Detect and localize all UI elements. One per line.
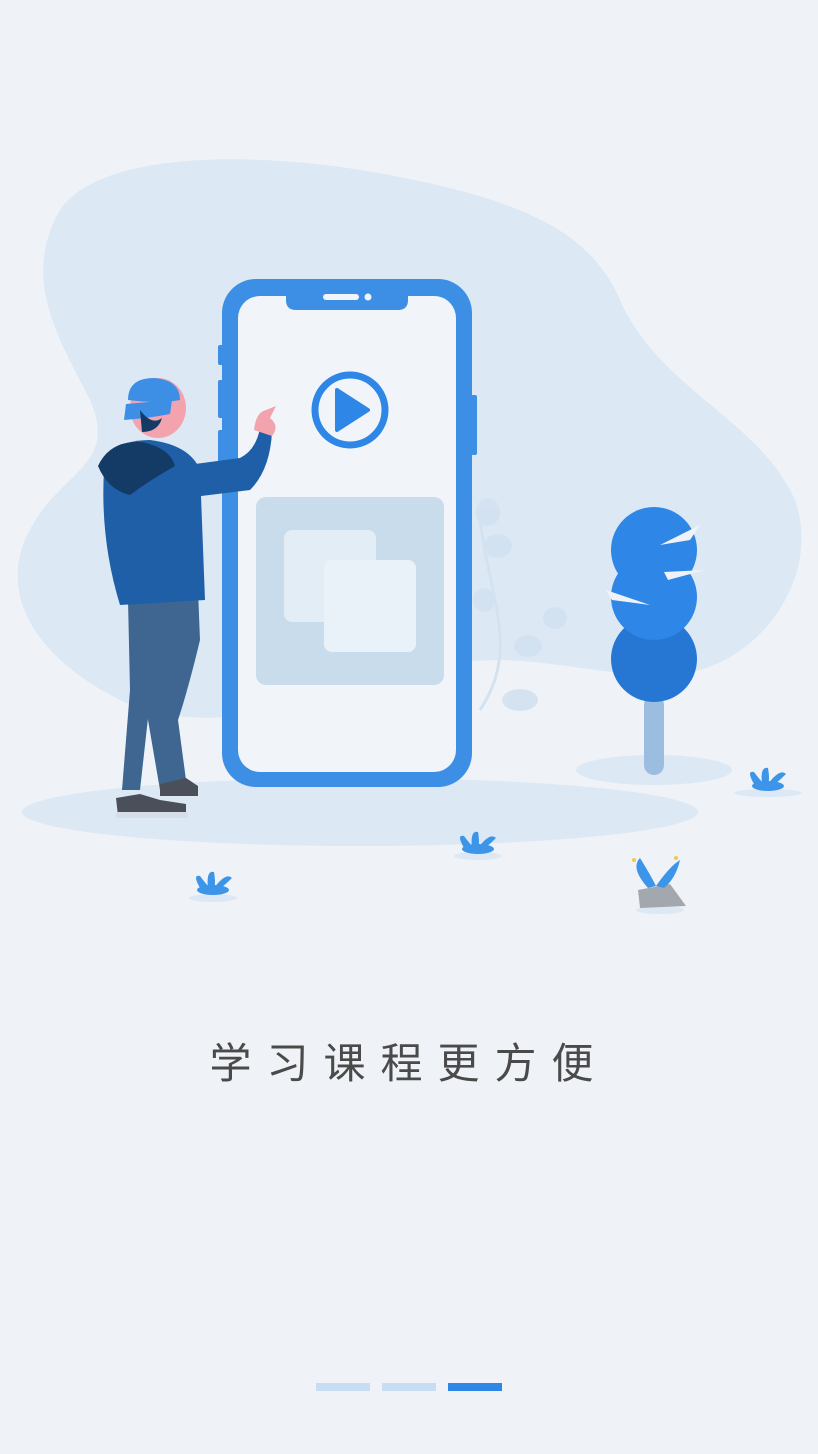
tree-icon [606,507,705,775]
plant-icon [189,871,237,902]
onboarding-slogan: 学习课程更方便 [209,1039,609,1088]
plant-icon [734,767,802,797]
page-indicator-dot-2[interactable] [382,1383,436,1391]
page-indicator-dot-1[interactable] [316,1383,370,1391]
phone-content-cards [256,497,444,685]
rock-sprout [632,856,686,914]
onboarding-screen[interactable]: 学习课程更方便 [0,0,818,1454]
page-indicator-dot-3-active[interactable] [448,1383,502,1391]
page-indicator [316,1383,502,1391]
onboarding-illustration [17,159,802,914]
